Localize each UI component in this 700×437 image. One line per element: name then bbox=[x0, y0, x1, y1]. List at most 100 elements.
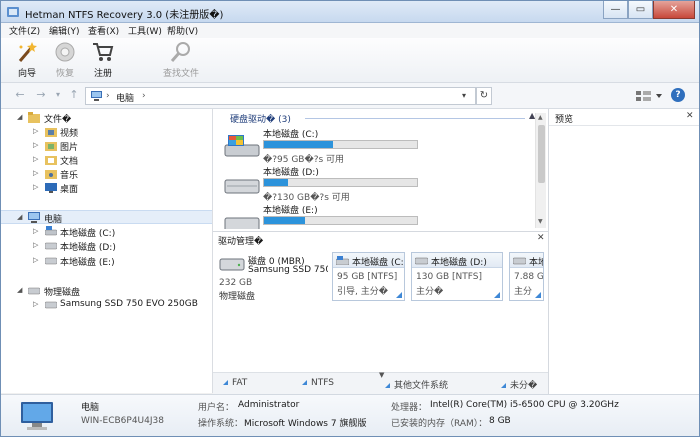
disk-model: Samsung SSD 750 EVO 250GB bbox=[248, 265, 328, 275]
expand-icon[interactable]: ▷ bbox=[33, 256, 38, 264]
folder-tree: ◢ 文件� ▷ 视频 ▷ 图片 ▷ 文档 ▷ 音乐 ▷ 桌面 ◢ 电脑 ▷ 本地… bbox=[1, 109, 213, 393]
tree-label: 视频 bbox=[60, 129, 79, 139]
legend-marker-icon bbox=[223, 380, 228, 385]
ntfs-marker-icon bbox=[396, 292, 402, 298]
usage-fill bbox=[264, 141, 333, 148]
menu-edit[interactable]: 编辑(Y) bbox=[49, 24, 80, 37]
tree-item-music[interactable]: ▷ 音乐 bbox=[1, 167, 212, 181]
find-files-button[interactable]: 查找文件 bbox=[159, 41, 203, 79]
toolbar: 向导 恢复 注册 查找文件 bbox=[1, 38, 699, 83]
navigation-bar: ← → ▾ ↑ › 电脑 › ▾ ↻ ? bbox=[1, 83, 699, 109]
usage-fill bbox=[264, 179, 289, 186]
close-icon[interactable]: ✕ bbox=[686, 111, 694, 121]
tree-item-drive-d[interactable]: ▷ 本地磁盘 (D:) bbox=[1, 239, 212, 253]
expand-icon[interactable]: ▷ bbox=[33, 227, 38, 235]
tree-item-desktop[interactable]: ▷ 桌面 bbox=[1, 181, 212, 195]
expand-icon[interactable]: ▷ bbox=[33, 141, 38, 149]
history-dropdown-icon[interactable]: ▾ bbox=[51, 88, 65, 102]
legend-marker-icon bbox=[302, 380, 307, 385]
pictures-folder-icon bbox=[45, 142, 57, 151]
refresh-button[interactable]: ↻ bbox=[476, 87, 492, 105]
folder-icon bbox=[28, 112, 40, 123]
menu-help[interactable]: 帮助(V) bbox=[167, 24, 198, 37]
partition-name: 本地 bbox=[529, 258, 543, 268]
volume-item[interactable]: 本地磁盘 (D:) �?130 GB�?s 可用 bbox=[224, 165, 524, 203]
close-icon[interactable]: ✕ bbox=[537, 233, 545, 243]
drive-c-icon bbox=[336, 256, 349, 265]
scroll-up-icon[interactable]: ▲ bbox=[538, 114, 543, 121]
expand-icon[interactable]: ▷ bbox=[33, 155, 38, 163]
app-logo-icon bbox=[7, 7, 19, 17]
forward-arrow-icon[interactable]: → bbox=[34, 88, 48, 102]
tree-item-disk[interactable]: ▷ Samsung SSD 750 EVO 250GB bbox=[1, 298, 212, 312]
partition-name: 本地磁盘 (D:) bbox=[431, 258, 487, 268]
filesystem-legend: ▼ FAT NTFS 其他文件系统 未分� bbox=[213, 371, 548, 394]
tree-group-physical[interactable]: ◢ 物理磁盘 bbox=[1, 284, 212, 298]
volumes-scrollbar[interactable]: ▲ ▼ bbox=[535, 113, 546, 228]
volume-item[interactable]: 本地磁盘 (E:) bbox=[224, 203, 524, 229]
legend-label: NTFS bbox=[311, 378, 334, 388]
menu-tools[interactable]: 工具(W) bbox=[128, 24, 162, 37]
tree-item-videos[interactable]: ▷ 视频 bbox=[1, 125, 212, 139]
collapse-icon[interactable]: ◢ bbox=[17, 213, 22, 221]
tree-item-drive-c[interactable]: ▷ 本地磁盘 (C:) bbox=[1, 225, 212, 239]
title-bar[interactable]: Hetman NTFS Recovery 3.0 (未注册版�) — ▭ ✕ bbox=[1, 1, 699, 23]
volume-item[interactable]: 本地磁盘 (C:) �?95 GB�?s 可用 bbox=[224, 127, 524, 165]
computer-name: 电脑 bbox=[81, 403, 100, 413]
close-button[interactable]: ✕ bbox=[653, 1, 695, 19]
splitter-grip-icon[interactable]: ▼ bbox=[379, 371, 384, 379]
expand-icon[interactable]: ▷ bbox=[33, 241, 38, 249]
expand-icon[interactable]: ▷ bbox=[33, 183, 38, 191]
restore-button[interactable]: 恢复 bbox=[45, 41, 85, 79]
expand-icon[interactable]: ▷ bbox=[33, 169, 38, 177]
up-arrow-icon[interactable]: ↑ bbox=[67, 88, 81, 102]
menu-file[interactable]: 文件(Z) bbox=[9, 24, 40, 37]
address-bar[interactable]: › 电脑 › ▾ bbox=[85, 87, 476, 105]
scroll-thumb[interactable] bbox=[538, 125, 545, 183]
status-bar: 电脑 WIN-ECB6P4U4J38 用户名： Administrator 操作… bbox=[1, 394, 699, 436]
app-window: Hetman NTFS Recovery 3.0 (未注册版�) — ▭ ✕ 文… bbox=[0, 0, 700, 437]
maximize-button[interactable]: ▭ bbox=[628, 1, 653, 19]
expand-icon[interactable]: ▷ bbox=[33, 300, 38, 308]
ntfs-marker-icon bbox=[494, 292, 500, 298]
music-folder-icon bbox=[45, 170, 57, 179]
register-button[interactable]: 注册 bbox=[83, 41, 123, 79]
tree-item-pictures[interactable]: ▷ 图片 bbox=[1, 139, 212, 153]
tree-label: 本地磁盘 (C:) bbox=[60, 229, 116, 239]
restore-label: 恢复 bbox=[55, 69, 74, 79]
find-files-label: 查找文件 bbox=[162, 69, 199, 79]
physical-disk-card[interactable]: 磁盘 0 (MBR) Samsung SSD 750 EVO 250GB 232… bbox=[217, 252, 328, 307]
volume-group-header[interactable]: 硬盘驱动� (3) bbox=[230, 112, 291, 125]
partition-card[interactable]: 本地磁盘 (C:) 95 GB [NTFS] 引导, 主分� bbox=[332, 252, 405, 301]
legend-marker-icon bbox=[501, 383, 506, 388]
minimize-button[interactable]: — bbox=[603, 1, 628, 19]
address-dropdown-icon[interactable]: ▾ bbox=[462, 91, 466, 100]
partition-card[interactable]: 本地 7.88 G 主分 bbox=[509, 252, 544, 301]
tree-item-drive-e[interactable]: ▷ 本地磁盘 (E:) bbox=[1, 254, 212, 268]
drive-c-icon bbox=[45, 226, 57, 236]
partition-header: 本地磁盘 (C:) bbox=[333, 253, 404, 268]
tree-label: 图片 bbox=[60, 143, 79, 153]
help-icon[interactable]: ? bbox=[671, 88, 685, 102]
view-mode-icon[interactable] bbox=[634, 88, 664, 104]
partition-card[interactable]: 本地磁盘 (D:) 130 GB [NTFS] 主分� bbox=[411, 252, 503, 301]
back-arrow-icon[interactable]: ← bbox=[13, 88, 27, 102]
menu-view[interactable]: 查看(X) bbox=[88, 24, 119, 37]
partition-size: 95 GB [NTFS] bbox=[337, 272, 398, 282]
scroll-down-icon[interactable]: ▼ bbox=[538, 218, 543, 225]
tree-label: 桌面 bbox=[60, 185, 79, 195]
tree-group-files[interactable]: ◢ 文件� bbox=[1, 111, 212, 125]
legend-item: 其他文件系统 bbox=[385, 378, 448, 391]
expand-icon[interactable]: ▷ bbox=[33, 127, 38, 135]
volume-usage-bar bbox=[263, 178, 418, 187]
user-label: 用户名： bbox=[198, 403, 235, 413]
tree-group-computer[interactable]: ◢ 电脑 bbox=[1, 210, 212, 225]
collapse-icon[interactable]: ◢ bbox=[17, 113, 22, 121]
computer-icon bbox=[28, 212, 40, 223]
wizard-button[interactable]: 向导 bbox=[7, 41, 47, 79]
tree-item-documents[interactable]: ▷ 文档 bbox=[1, 153, 212, 167]
volume-size: �?130 GB�?s 可用 bbox=[263, 193, 350, 203]
breadcrumb-current[interactable]: 电脑 bbox=[116, 91, 134, 104]
collapse-icon[interactable]: ◢ bbox=[17, 286, 22, 294]
breadcrumb-separator: › bbox=[106, 91, 110, 101]
